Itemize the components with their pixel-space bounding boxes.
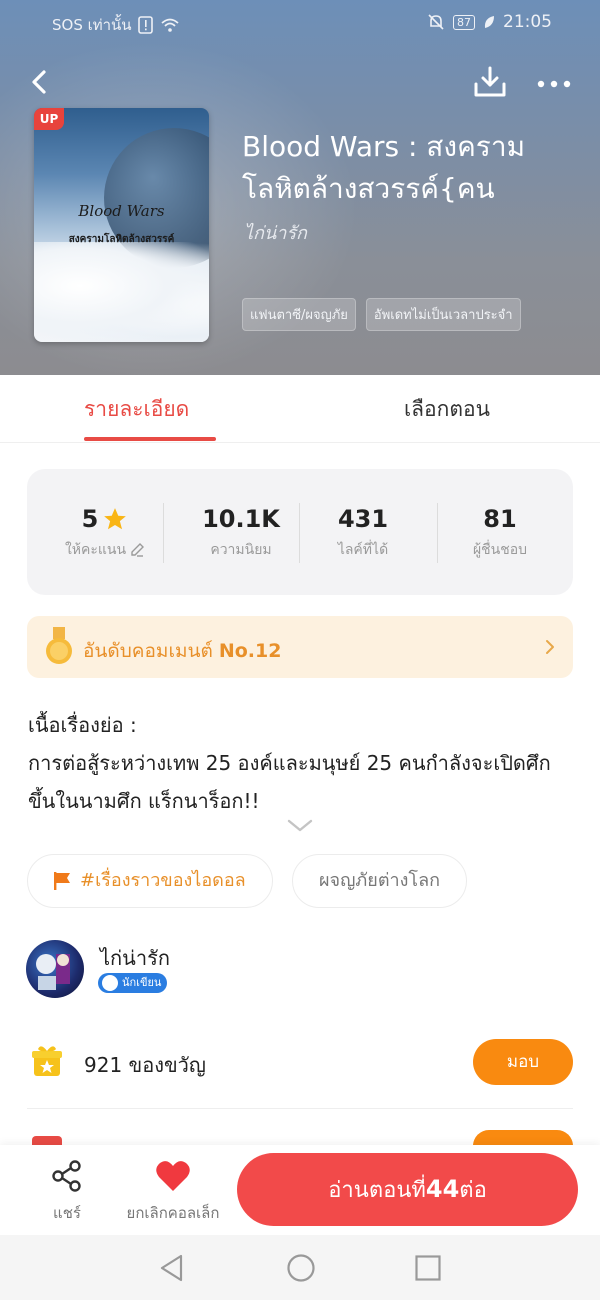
- read-prefix: อ่านตอนที่: [328, 1178, 426, 1203]
- read-chapter-number: 44: [425, 1175, 460, 1203]
- status-bar: SOS เท่านั้น 87 21:05: [0, 10, 600, 38]
- heart-icon: [156, 1161, 190, 1191]
- likes-label: ไลค์ที่ได้: [337, 542, 389, 558]
- read-suffix: ต่อ: [459, 1178, 487, 1203]
- rank-value: No.12: [218, 640, 282, 662]
- popularity-value: 10.1K: [202, 505, 280, 533]
- chevron-right-icon: [546, 640, 554, 654]
- battery-indicator: 87: [453, 14, 475, 30]
- next-row-button[interactable]: [473, 1130, 573, 1146]
- stat-rating[interactable]: 5 ให้คะแนน: [37, 505, 173, 561]
- pencil-icon: [131, 543, 145, 557]
- rating-value: 5: [81, 505, 99, 533]
- share-label: แชร์: [53, 1204, 81, 1222]
- favorite-button[interactable]: ยกเลิกคอลเล็ก: [118, 1159, 228, 1225]
- rating-label: ให้คะแนน: [64, 542, 127, 558]
- stat-divider: [163, 503, 164, 563]
- writer-badge: นักเขียน: [98, 973, 168, 993]
- clock: 21:05: [503, 12, 552, 32]
- likes-value: 431: [337, 505, 389, 533]
- update-badge: UP: [34, 108, 64, 130]
- writer-badge-label: นักเขียน: [122, 976, 162, 989]
- update-schedule-tag: อัพเดทไม่เป็นเวลาประจำ: [365, 298, 521, 331]
- section-divider: [27, 1108, 573, 1109]
- category-tags: แฟนตาซี/ผจญภัย อัพเดทไม่เป็นเวลาประจำ: [242, 298, 521, 331]
- book-title: Blood Wars : สงคราม โลหิตล้างสวรรค์{คน: [242, 130, 526, 205]
- fans-value: 81: [483, 505, 517, 533]
- active-tab-indicator: [84, 437, 216, 441]
- avatar-image: [36, 954, 70, 990]
- cover-title: Blood Wars: [78, 202, 165, 220]
- nav-recent-apps-icon[interactable]: [414, 1254, 442, 1282]
- give-gift-button[interactable]: มอบ: [473, 1039, 573, 1085]
- nav-back-icon[interactable]: [158, 1253, 186, 1283]
- flag-icon: [54, 872, 70, 890]
- genre-tag-idol[interactable]: #เรื่องราวของไอดอล: [27, 854, 273, 908]
- stat-likes: 431 ไลค์ที่ได้: [295, 505, 431, 561]
- medal-icon: [46, 627, 72, 664]
- carrier-text: SOS เท่านั้น: [52, 16, 132, 34]
- writer-badge-icon: [102, 975, 118, 991]
- continue-reading-button[interactable]: อ่านตอนที่44ต่อ: [237, 1153, 578, 1226]
- synopsis: เนื้อเรื่องย่อ : การต่อสู้ระหว่างเทพ 25 …: [28, 706, 573, 820]
- more-options-icon[interactable]: [534, 64, 574, 100]
- genre-tag-label: #เรื่องราวของไอดอล: [80, 870, 246, 891]
- bell-muted-icon: [428, 14, 444, 30]
- gift-icon: [32, 1046, 62, 1076]
- comment-rank-banner[interactable]: อันดับคอมเมนต์ No.12: [27, 616, 573, 678]
- cover-subtitle: สงครามโลหิตล้างสวรรค์: [68, 234, 175, 245]
- gift-count: 921 ของขวัญ: [84, 1053, 206, 1077]
- rank-label: อันดับคอมเมนต์: [83, 640, 213, 662]
- leaf-icon: [484, 16, 494, 28]
- wifi-icon: [160, 18, 179, 32]
- stat-fans: 81 ผู้ชื่นชอบ: [432, 505, 568, 561]
- share-button[interactable]: แชร์: [44, 1159, 90, 1225]
- tab-detail[interactable]: รายละเอียด: [84, 393, 189, 426]
- stats-panel: 5 ให้คะแนน 10.1K ความนิยม 431 ไลค์ที่ได้…: [27, 469, 573, 595]
- book-header: SOS เท่านั้น 87 21:05 Blood Wars สงครามโ…: [0, 0, 600, 375]
- favorite-label: ยกเลิกคอลเล็ก: [126, 1204, 220, 1222]
- back-arrow-icon[interactable]: [24, 64, 60, 100]
- synopsis-heading: เนื้อเรื่องย่อ :: [28, 713, 137, 737]
- star-icon: [104, 508, 127, 530]
- book-cover[interactable]: Blood Wars สงครามโลหิตล้างสวรรค์: [34, 108, 209, 342]
- expand-chevron-icon[interactable]: [286, 818, 314, 834]
- tab-bar: รายละเอียด เลือกตอน: [0, 375, 600, 443]
- bottom-action-bar: แชร์ ยกเลิกคอลเล็ก อ่านตอนที่44ต่อ: [0, 1145, 600, 1235]
- nav-home-icon[interactable]: [286, 1253, 316, 1283]
- book-author[interactable]: ไก่น่ารัก: [244, 218, 307, 247]
- synopsis-body: การต่อสู้ระหว่างเทพ 25 องค์และมนุษย์ 25 …: [28, 751, 551, 813]
- fans-label: ผู้ชื่นชอบ: [472, 542, 528, 558]
- stat-popularity: 10.1K ความนิยม: [173, 505, 309, 561]
- writer-name[interactable]: ไก่น่ารัก: [100, 942, 170, 974]
- system-nav-bar: [0, 1235, 600, 1300]
- popularity-label: ความนิยม: [210, 542, 272, 558]
- download-icon[interactable]: [472, 64, 508, 100]
- share-icon: [52, 1160, 81, 1192]
- genre-tag-isekai[interactable]: ผจญภัยต่างโลก: [292, 854, 468, 908]
- category-tag[interactable]: แฟนตาซี/ผจญภัย: [242, 298, 356, 331]
- tab-chapters[interactable]: เลือกตอน: [404, 393, 490, 426]
- writer-avatar[interactable]: [26, 940, 84, 998]
- sim-alert-icon: [137, 16, 153, 34]
